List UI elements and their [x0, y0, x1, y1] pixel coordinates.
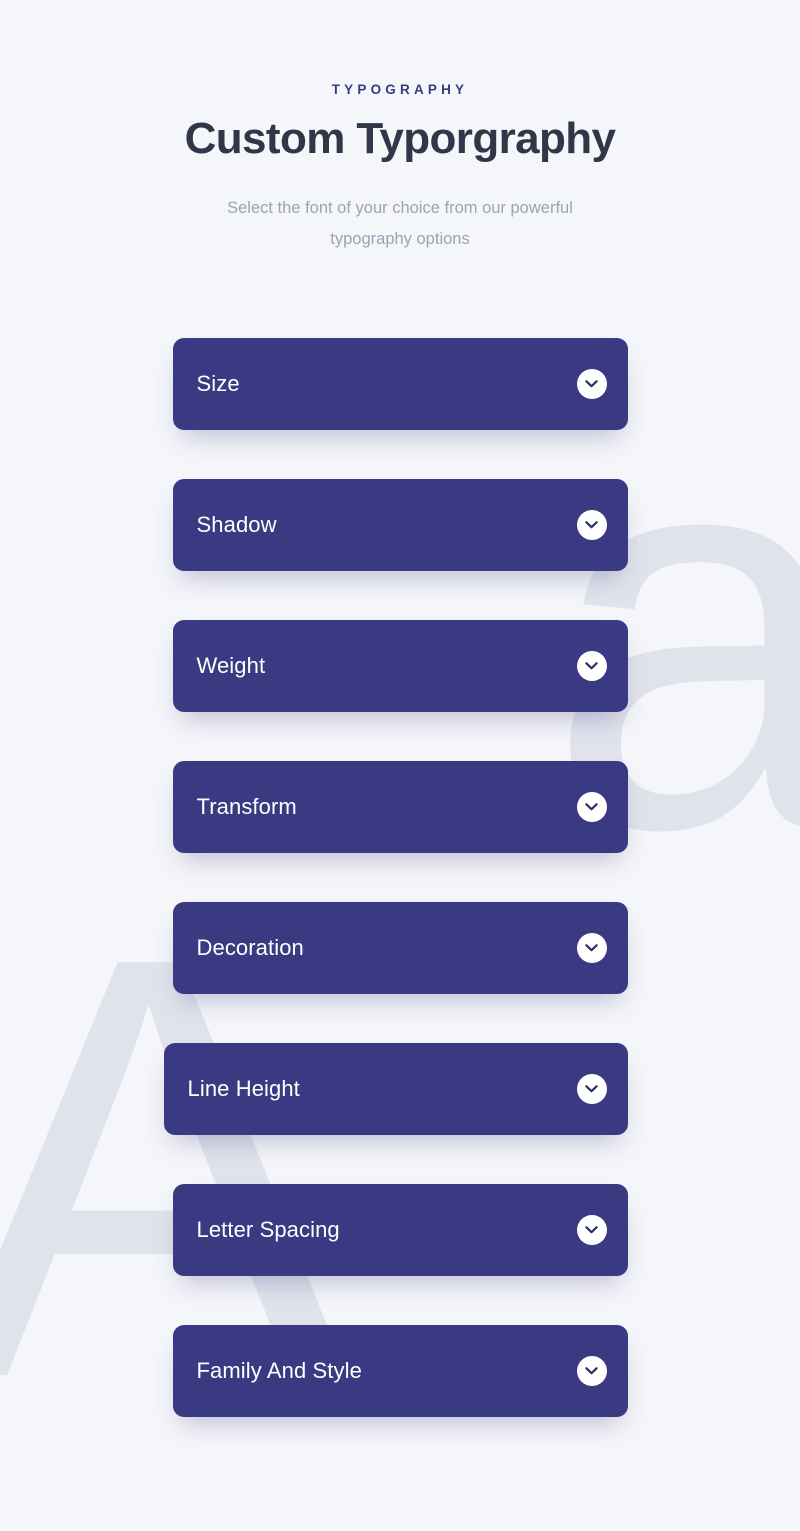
- accordion-item-label: Family And Style: [196, 1358, 362, 1383]
- page-subtitle: Select the font of your choice from our …: [227, 199, 573, 248]
- typography-options-accordion: Size Shadow Weight Transform Decoration: [0, 338, 800, 1417]
- accordion-item-label: Shadow: [196, 512, 277, 537]
- accordion-item-label: Size: [196, 371, 240, 396]
- accordion-item-size[interactable]: Size: [172, 338, 628, 430]
- chevron-down-icon[interactable]: [576, 1215, 607, 1245]
- chevron-down-icon[interactable]: [576, 792, 607, 822]
- accordion-item-line-height[interactable]: Line Height: [163, 1043, 628, 1135]
- accordion-item-label: Weight: [196, 653, 266, 678]
- accordion-item-decoration[interactable]: Decoration: [172, 902, 628, 994]
- page-header: TYPOGRAPHY Custom Typorgraphy Select the…: [0, 82, 800, 255]
- section-eyebrow: TYPOGRAPHY: [331, 82, 469, 97]
- accordion-item-label: Letter Spacing: [196, 1217, 340, 1242]
- chevron-down-icon[interactable]: [576, 1356, 607, 1386]
- accordion-item-label: Line Height: [187, 1076, 300, 1101]
- accordion-item-label: Transform: [196, 794, 297, 819]
- accordion-item-shadow[interactable]: Shadow: [172, 479, 628, 571]
- accordion-item-family-and-style[interactable]: Family And Style: [172, 1325, 628, 1417]
- accordion-item-label: Decoration: [196, 935, 304, 960]
- chevron-down-icon[interactable]: [576, 933, 607, 963]
- chevron-down-icon[interactable]: [576, 1074, 607, 1104]
- chevron-down-icon[interactable]: [576, 369, 607, 399]
- page-title: Custom Typorgraphy: [184, 114, 616, 163]
- accordion-item-weight[interactable]: Weight: [172, 620, 628, 712]
- accordion-item-transform[interactable]: Transform: [172, 761, 628, 853]
- chevron-down-icon[interactable]: [576, 510, 607, 540]
- accordion-item-letter-spacing[interactable]: Letter Spacing: [172, 1184, 628, 1276]
- chevron-down-icon[interactable]: [576, 651, 607, 681]
- typography-settings-page: TYPOGRAPHY Custom Typorgraphy Select the…: [0, 0, 800, 1417]
